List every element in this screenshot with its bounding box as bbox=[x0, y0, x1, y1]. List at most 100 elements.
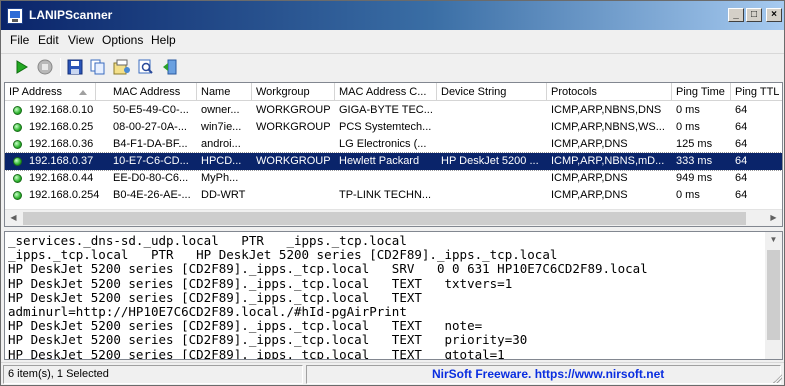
table-cell: WORKGROUP bbox=[256, 155, 331, 167]
find-icon[interactable] bbox=[136, 57, 156, 77]
table-cell: 50-E5-49-C0-... bbox=[113, 104, 189, 116]
table-cell: HP DeskJet 5200 ... bbox=[441, 155, 539, 167]
table-cell bbox=[437, 170, 547, 187]
table-cell: 192.168.0.37 bbox=[29, 155, 94, 167]
details-panel[interactable]: _services._dns-sd._udp.local PTR _ipps._… bbox=[4, 231, 783, 360]
table-cell: 192.168.0.10 bbox=[29, 104, 94, 116]
nirsoft-link-panel: NirSoft Freeware. https://www.nirsoft.ne… bbox=[306, 365, 781, 384]
table-cell: 192.168.0.44 bbox=[29, 172, 94, 184]
column-header-ip[interactable]: IP Address bbox=[5, 83, 96, 101]
table-row[interactable]: 192.168.0.37 10-E7-C6-CD... HPCD... WORKGRO… bbox=[5, 152, 782, 171]
properties-icon[interactable] bbox=[112, 57, 132, 77]
column-header-name[interactable]: Name bbox=[197, 83, 252, 101]
table-cell bbox=[252, 187, 335, 204]
table-cell bbox=[437, 119, 547, 136]
table-cell: 333 ms bbox=[676, 155, 713, 167]
table-row[interactable]: 192.168.0.44 EE-D0-80-C6... MyPh... ICMP,AR… bbox=[5, 170, 782, 187]
table-cell: ICMP,ARP,NBNS,mD... bbox=[551, 155, 665, 167]
scroll-left-icon[interactable]: ◀ bbox=[5, 210, 22, 226]
column-header-ping-ttl[interactable]: Ping TTL bbox=[731, 83, 782, 101]
table-cell: WORKGROUP bbox=[256, 104, 331, 116]
app-icon bbox=[7, 8, 23, 24]
details-text: _services._dns-sd._udp.local PTR _ipps._… bbox=[8, 233, 648, 359]
table-cell: 0 ms bbox=[676, 189, 700, 201]
status-item-count: 6 item(s), 1 Selected bbox=[3, 365, 303, 384]
vertical-scrollbar[interactable]: ▲ ▼ bbox=[765, 232, 782, 359]
table-cell: 64 bbox=[735, 104, 748, 116]
menu-options[interactable]: Options bbox=[102, 33, 143, 47]
vertical-scroll-thumb[interactable] bbox=[767, 250, 780, 340]
horizontal-scroll-thumb[interactable] bbox=[23, 212, 746, 225]
column-header-mac[interactable]: MAC Address bbox=[109, 83, 197, 101]
table-cell bbox=[252, 170, 335, 187]
details-line: HP DeskJet 5200 series [CD2F89]._ipps._t… bbox=[8, 318, 483, 334]
menu-file[interactable]: File bbox=[10, 33, 29, 47]
table-cell: ICMP,ARP,NBNS,DNS bbox=[551, 104, 662, 116]
scroll-right-icon[interactable]: ▶ bbox=[765, 210, 782, 226]
table-row[interactable]: 192.168.0.10 50-E5-49-C0-... owner... WORKG… bbox=[5, 102, 782, 119]
table-cell bbox=[437, 187, 547, 204]
table-cell: ICMP,ARP,DNS bbox=[551, 138, 628, 150]
table-cell: 64 bbox=[735, 189, 748, 201]
details-line: HP DeskJet 5200 series [CD2F89]._ipps._t… bbox=[8, 332, 528, 348]
toolbar-separator bbox=[60, 58, 61, 76]
maximize-button[interactable]: □ bbox=[746, 8, 762, 22]
details-line: _services._dns-sd._udp.local PTR _ipps._… bbox=[8, 233, 407, 248]
table-cell: 125 ms bbox=[676, 138, 713, 150]
status-bar: 6 item(s), 1 Selected NirSoft Freeware. … bbox=[1, 362, 784, 385]
table-cell: androi... bbox=[201, 138, 241, 150]
menu-edit[interactable]: Edit bbox=[38, 33, 59, 47]
table-cell: Hewlett Packard bbox=[339, 155, 420, 167]
list-header: IP Address MAC Address Name Workgroup MA… bbox=[5, 83, 782, 101]
table-cell: DD-WRT bbox=[201, 189, 246, 201]
table-cell bbox=[335, 170, 437, 187]
status-ok-icon bbox=[13, 157, 22, 166]
minimize-button[interactable]: _ bbox=[728, 8, 744, 22]
table-cell: MyPh... bbox=[201, 172, 239, 184]
table-cell: 64 bbox=[735, 121, 748, 133]
sort-ascending-icon bbox=[79, 90, 87, 95]
table-cell: GIGA-BYTE TEC... bbox=[339, 104, 433, 116]
table-row[interactable]: 192.168.0.254 B0-4E-26-AE-... DD-WRT TP-LIN… bbox=[5, 187, 782, 204]
column-header-protocols[interactable]: Protocols bbox=[547, 83, 672, 101]
table-cell: 0 ms bbox=[676, 121, 700, 133]
save-icon[interactable] bbox=[65, 57, 85, 77]
column-header-device-string[interactable]: Device String bbox=[437, 83, 547, 101]
column-header-workgroup[interactable]: Workgroup bbox=[252, 83, 335, 101]
table-cell: 192.168.0.254 bbox=[29, 189, 100, 201]
exit-icon[interactable] bbox=[160, 57, 180, 77]
play-icon[interactable] bbox=[11, 57, 31, 77]
window-title: LANIPScanner bbox=[29, 8, 113, 22]
table-cell: 10-E7-C6-CD... bbox=[113, 155, 189, 167]
column-header-ping-time[interactable]: Ping Time bbox=[672, 83, 731, 101]
table-cell: 192.168.0.25 bbox=[29, 121, 94, 133]
table-cell: LG Electronics (... bbox=[339, 138, 427, 150]
table-cell: B0-4E-26-AE-... bbox=[113, 189, 191, 201]
app-window: LANIPScanner _ □ × File Edit View Option… bbox=[0, 0, 785, 386]
title-bar[interactable]: LANIPScanner _ □ × bbox=[1, 1, 784, 30]
table-cell: 64 bbox=[735, 172, 748, 184]
device-list[interactable]: IP Address MAC Address Name Workgroup MA… bbox=[4, 82, 783, 227]
table-cell: EE-D0-80-C6... bbox=[113, 172, 189, 184]
status-ok-icon bbox=[13, 140, 22, 149]
column-header-mac-company[interactable]: MAC Address C... bbox=[335, 83, 437, 101]
nirsoft-link[interactable]: NirSoft Freeware. https://www.nirsoft.ne… bbox=[432, 367, 664, 381]
table-row[interactable]: 192.168.0.25 08-00-27-0A-... win7ie... WORK… bbox=[5, 119, 782, 136]
scroll-down-icon[interactable]: ▼ bbox=[765, 232, 782, 249]
table-cell bbox=[437, 102, 547, 119]
stop-icon[interactable] bbox=[35, 57, 55, 77]
table-cell: B4-F1-DA-BF... bbox=[113, 138, 188, 150]
details-line: HP DeskJet 5200 series [CD2F89]._ipps._t… bbox=[8, 275, 513, 291]
table-cell: 64 bbox=[735, 155, 748, 167]
resize-grip-icon[interactable] bbox=[772, 373, 782, 383]
close-button[interactable]: × bbox=[766, 8, 782, 22]
table-row[interactable]: 192.168.0.36 B4-F1-DA-BF... androi... LG El… bbox=[5, 136, 782, 153]
menu-help[interactable]: Help bbox=[151, 33, 176, 47]
horizontal-scrollbar[interactable]: ◀ ▶ bbox=[5, 209, 782, 226]
details-line: HP DeskJet 5200 series [CD2F89]._ipps._t… bbox=[8, 289, 422, 305]
table-cell bbox=[437, 136, 547, 153]
menu-view[interactable]: View bbox=[68, 33, 94, 47]
copy-icon[interactable] bbox=[88, 57, 108, 77]
menu-bar: File Edit View Options Help bbox=[1, 31, 784, 50]
table-cell: TP-LINK TECHN... bbox=[339, 189, 432, 201]
